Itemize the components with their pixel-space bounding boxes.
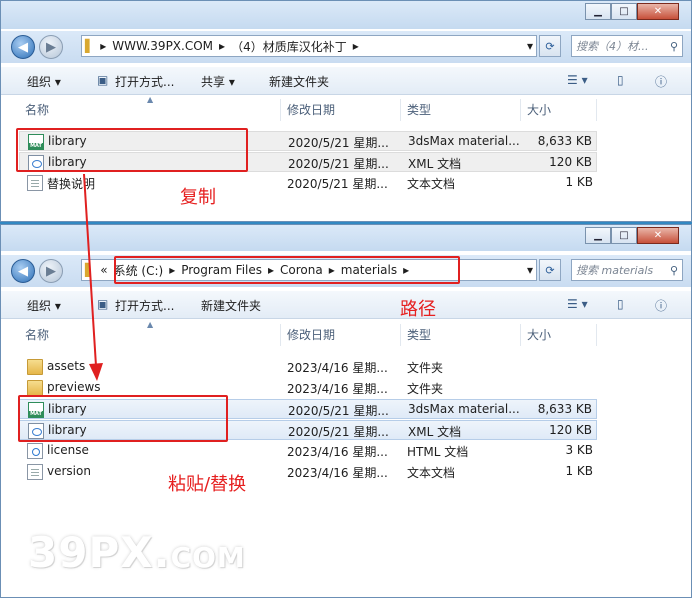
watermark: 39PX.COM (28, 528, 246, 577)
annotation-paste: 粘贴/替换 (168, 474, 247, 495)
copy-arrow (83, 173, 103, 381)
annotation-copy: 复制 (180, 187, 216, 208)
annotation-path: 路径 (400, 299, 436, 320)
